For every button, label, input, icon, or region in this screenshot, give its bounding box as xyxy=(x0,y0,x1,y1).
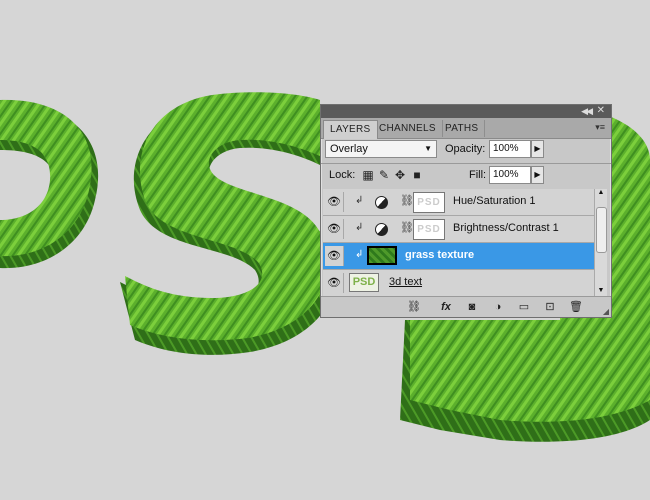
panel-title-bar[interactable]: ◀◀ ✕ xyxy=(321,105,611,118)
opacity-input[interactable]: 100% xyxy=(489,140,531,158)
letter-s-shape xyxy=(120,92,337,355)
close-icon[interactable]: ✕ xyxy=(597,105,605,116)
layer-row-3d-text[interactable]: 👁 PSD 3d text xyxy=(323,270,595,297)
layer-name[interactable]: Brightness/Contrast 1 xyxy=(453,222,559,234)
layers-panel: ◀◀ ✕ LAYERS CHANNELS PATHS ▾≡ Overlay ▼ … xyxy=(320,104,612,318)
layers-list: 👁 ↲ ⛓ PSD Hue/Saturation 1 👁 ↲ ⛓ PSD Bri… xyxy=(323,189,595,297)
trash-icon[interactable]: 🗑 xyxy=(569,300,583,314)
eye-icon[interactable]: 👁 xyxy=(325,273,344,293)
layer-row-grass-texture[interactable]: 👁 ↲ grass texture xyxy=(323,243,595,270)
clipping-arrow-icon: ↲ xyxy=(355,222,364,233)
fill-label: Fill: xyxy=(469,169,487,181)
blend-opacity-row: Overlay ▼ Opacity: 100% ▶ xyxy=(325,140,607,162)
link-chain-icon[interactable]: ⛓ xyxy=(400,221,414,234)
layer-name[interactable]: grass texture xyxy=(405,249,474,261)
opacity-label: Opacity: xyxy=(445,143,486,155)
new-adjustment-layer-icon[interactable]: ◑ xyxy=(491,300,505,314)
link-layers-icon[interactable]: ⛓ xyxy=(407,300,421,314)
layer-mask-thumbnail[interactable]: PSD xyxy=(413,219,445,240)
link-chain-icon[interactable]: ⛓ xyxy=(400,194,414,207)
adjustment-layer-icon xyxy=(375,223,388,236)
layer-thumbnail[interactable]: PSD xyxy=(349,273,379,292)
fill-slider-button[interactable]: ▶ xyxy=(531,166,544,184)
new-layer-icon[interactable]: ⊡ xyxy=(543,300,557,314)
layer-thumbnail[interactable] xyxy=(367,246,397,265)
panel-tab-bar: LAYERS CHANNELS PATHS ▾≡ xyxy=(321,118,611,139)
adjustment-layer-icon xyxy=(375,196,388,209)
lock-image-pixels-icon[interactable]: ✎ xyxy=(377,168,391,182)
eye-icon[interactable]: 👁 xyxy=(325,246,344,266)
tab-paths[interactable]: PATHS xyxy=(439,120,486,137)
lock-transparent-pixels-icon[interactable]: ▦ xyxy=(361,168,375,182)
tab-channels[interactable]: CHANNELS xyxy=(373,120,443,137)
double-arrow-left-icon[interactable]: ◀◀ xyxy=(581,106,593,117)
lock-position-icon[interactable]: ✥ xyxy=(393,168,407,182)
add-mask-icon[interactable]: ◙ xyxy=(465,300,479,314)
layer-row-hue-saturation[interactable]: 👁 ↲ ⛓ PSD Hue/Saturation 1 xyxy=(323,189,595,216)
fx-layer-style-icon[interactable]: fx xyxy=(439,300,453,314)
lock-label: Lock: xyxy=(329,169,356,181)
layers-scrollbar[interactable]: ▲ ▼ xyxy=(594,189,607,297)
eye-icon[interactable]: 👁 xyxy=(325,192,344,212)
panel-menu-icon[interactable]: ▾≡ xyxy=(595,122,605,133)
blend-mode-value: Overlay xyxy=(330,143,368,155)
clipping-arrow-icon: ↲ xyxy=(355,249,364,260)
fill-input[interactable]: 100% xyxy=(489,166,531,184)
opacity-slider-button[interactable]: ▶ xyxy=(531,140,544,158)
resize-handle-icon[interactable]: ◢ xyxy=(603,307,609,316)
eye-icon[interactable]: 👁 xyxy=(325,219,344,239)
scrollbar-thumb[interactable] xyxy=(596,207,607,253)
chevron-down-icon: ▼ xyxy=(424,144,432,153)
layer-mask-thumbnail[interactable]: PSD xyxy=(413,192,445,213)
lock-all-icon[interactable]: ■ xyxy=(410,168,424,182)
layer-name[interactable]: Hue/Saturation 1 xyxy=(453,195,536,207)
tab-layers[interactable]: LAYERS xyxy=(323,120,378,139)
layer-row-brightness-contrast[interactable]: 👁 ↲ ⛓ PSD Brightness/Contrast 1 xyxy=(323,216,595,243)
new-group-icon[interactable]: ▭ xyxy=(517,300,531,314)
panel-footer-toolbar: ⛓ fx ◙ ◑ ▭ ⊡ 🗑 ◢ xyxy=(321,296,611,317)
blend-mode-select[interactable]: Overlay ▼ xyxy=(325,140,437,158)
scroll-up-icon[interactable]: ▲ xyxy=(595,189,607,199)
layer-name[interactable]: 3d text xyxy=(389,276,422,288)
lock-fill-row: Lock: ▦ ✎ ✥ ■ Fill: 100% ▶ xyxy=(325,166,607,188)
divider xyxy=(321,163,611,164)
clipping-arrow-icon: ↲ xyxy=(355,195,364,206)
letter-p-shape xyxy=(0,99,99,269)
